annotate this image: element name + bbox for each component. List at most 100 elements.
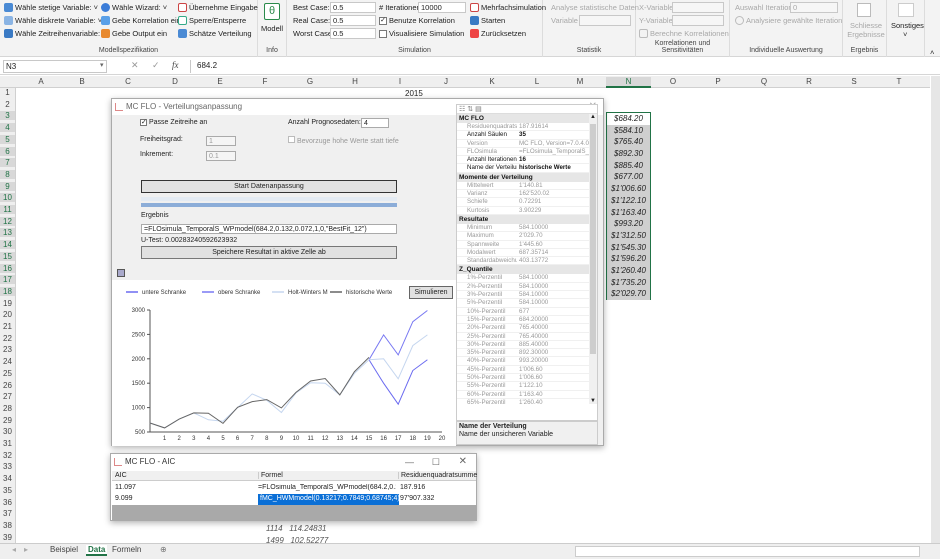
row-header[interactable]: 33 — [0, 462, 15, 471]
selected-range-n3-n18[interactable]: $684.20 $584.10 $765.40 $892.30 $885.40 $677.… — [606, 112, 651, 300]
property-row[interactable]: Name der Verteilunghistorische Werte — [457, 164, 589, 173]
row-header[interactable]: 13 — [0, 228, 15, 238]
property-row[interactable]: Maximum 2'029.70 — [457, 232, 589, 241]
choose-wizard[interactable]: Wähle Wizard: ˅ — [101, 3, 167, 12]
freiheitsgrad-spinner[interactable]: 1 — [206, 136, 236, 146]
row-header[interactable]: 6 — [0, 146, 15, 156]
column-header[interactable]: R — [789, 77, 829, 86]
property-row[interactable]: 1%-Perzentil 584.10000 — [457, 274, 589, 283]
scroll-up-icon[interactable]: ▲ — [589, 114, 597, 120]
start-button[interactable]: Starten — [470, 16, 505, 25]
maximize-icon[interactable]: ☐ — [432, 454, 440, 470]
cancel-icon[interactable]: ✕ — [131, 60, 139, 71]
property-category[interactable]: MC FLO — [457, 114, 589, 123]
row-header[interactable]: 22 — [0, 334, 15, 343]
namebox-dropdown-icon[interactable]: ▾ — [100, 61, 104, 69]
property-row[interactable]: Mittelwert 1'140.81 — [457, 182, 589, 191]
property-row[interactable]: 15%-Perzentil 684.20000 — [457, 316, 589, 325]
cell-n15[interactable]: $1'596.20 — [607, 253, 650, 265]
misc-button[interactable]: Sonstiges — [891, 21, 924, 30]
cell-n5[interactable]: $765.40 — [607, 136, 650, 149]
property-row[interactable]: FLOsimula =FLOsimula_TemporalS_ — [457, 148, 589, 157]
property-category[interactable]: Resultate — [457, 214, 589, 224]
row-header[interactable]: 12 — [0, 216, 15, 226]
row-header[interactable]: 10 — [0, 193, 15, 203]
column-header[interactable]: Q — [744, 77, 784, 86]
cell-n9[interactable]: $1'006.60 — [607, 183, 650, 195]
property-row[interactable]: 55%-Perzentil 1'122.10 — [457, 382, 589, 391]
row-header[interactable]: 21 — [0, 322, 15, 331]
cell-n7[interactable]: $885.40 — [607, 159, 650, 172]
multi-simulation-button[interactable]: Mehrfachsimulation — [470, 3, 546, 12]
column-header[interactable]: C — [108, 77, 148, 86]
property-row[interactable]: 5%-Perzentil 584.10000 — [457, 299, 589, 308]
choose-timeseries-variable[interactable]: Wähle Zeitreihenvariable: ˅ — [4, 29, 106, 38]
chart-toolbar-icon[interactable] — [117, 269, 125, 277]
row-header[interactable]: 38 — [0, 521, 15, 530]
row-header[interactable]: 7 — [0, 158, 15, 168]
row-header[interactable]: 14 — [0, 240, 15, 250]
cell-n10[interactable]: $1'122.10 — [607, 194, 650, 207]
row-header[interactable]: 37 — [0, 509, 15, 518]
collapse-ribbon-icon[interactable]: ˄ — [930, 48, 934, 57]
column-header[interactable]: F — [245, 77, 285, 86]
row-header[interactable]: 2 — [0, 100, 15, 109]
cell-n14[interactable]: $1'545.30 — [607, 241, 650, 254]
row-header[interactable]: 36 — [0, 498, 15, 507]
column-header[interactable]: I — [380, 77, 420, 86]
column-header[interactable]: L — [517, 77, 557, 86]
row-header[interactable]: 24 — [0, 357, 15, 366]
save-result-button[interactable]: Speichere Resultat in aktive Zelle ab — [141, 246, 397, 259]
analyze-iteration-button[interactable]: Analysiere gewählte Iteration — [735, 16, 842, 25]
property-row[interactable]: Kurtosis 3.90229 — [457, 207, 589, 215]
categorized-icon[interactable]: ☷ — [459, 106, 465, 113]
cell-n18[interactable]: $2'029.70 — [607, 288, 650, 300]
visualize-simulation-checkbox[interactable]: Visualisiere Simulation — [379, 29, 464, 38]
column-header[interactable]: Residuenquadratsumme — [398, 472, 477, 479]
vertical-scrollbar[interactable] — [931, 76, 940, 543]
property-row[interactable]: 40%-Perzentil 993.20000 — [457, 357, 589, 366]
property-row[interactable]: Schiefe 0.72291 — [457, 198, 589, 207]
property-row[interactable]: 65%-Perzentil 1'260.40 — [457, 399, 589, 404]
column-header[interactable]: J — [426, 77, 466, 86]
property-row[interactable]: 20%-Perzentil 765.40000 — [457, 324, 589, 333]
close-icon[interactable]: ✕ — [459, 454, 467, 470]
property-row[interactable]: Anzahl Iterationen 16 — [457, 156, 589, 165]
row-header[interactable]: 25 — [0, 369, 15, 378]
property-row[interactable]: Standardabweichung403.13772 — [457, 257, 589, 266]
enter-correlation[interactable]: Gebe Korrelation ein — [101, 16, 181, 25]
choose-discrete-variable[interactable]: Wähle diskrete Variable: ˅ — [4, 16, 102, 25]
row-header[interactable]: 3 — [0, 111, 15, 121]
column-header[interactable]: O — [653, 77, 693, 86]
sort-az-icon[interactable]: ⇅ — [467, 106, 473, 113]
column-header[interactable]: H — [335, 77, 375, 86]
next-sheet-icon[interactable]: ▸ — [24, 545, 28, 554]
cell-n3[interactable]: $684.20 — [607, 113, 650, 125]
cell-n6[interactable]: $892.30 — [607, 148, 650, 160]
sheet-tab-formeln[interactable]: Formeln — [112, 545, 141, 554]
property-row[interactable]: 10%-Perzentil 677 — [457, 308, 589, 316]
property-row[interactable]: 2%-Perzentil 584.10000 — [457, 283, 589, 292]
prev-sheet-icon[interactable]: ◂ — [12, 545, 16, 554]
property-row[interactable]: Residuenquadratsum187.91614 — [457, 123, 589, 132]
row-header[interactable]: 15 — [0, 251, 15, 261]
row-header[interactable]: 16 — [0, 263, 15, 273]
table-row-selected[interactable]: 9.099 fMC_HWMmodel(0.13217;0.7849;0.6874… — [112, 494, 476, 505]
property-row[interactable]: 35%-Perzentil 892.30000 — [457, 349, 589, 358]
property-scrollbar[interactable]: ▲ ▼ — [589, 114, 597, 404]
function-icon[interactable]: fx — [172, 60, 179, 70]
property-category[interactable]: Momente der Verteilung — [457, 172, 589, 182]
property-row[interactable]: Version MC FLO, Version=7.0.4.0 — [457, 140, 589, 148]
y-variable-select[interactable] — [672, 15, 724, 26]
estimate-distribution[interactable]: Schätze Verteilung — [178, 29, 252, 38]
table-row[interactable]: 11.097 =FLOsimula_TemporalS_WPmodel(684.… — [112, 483, 476, 494]
worst-case-input[interactable]: 0.5 — [330, 28, 376, 39]
column-header[interactable]: S — [834, 77, 874, 86]
row-header[interactable]: 23 — [0, 345, 15, 354]
best-case-input[interactable]: 0.5 — [330, 2, 376, 13]
column-header[interactable]: B — [62, 77, 102, 86]
property-row[interactable]: 50%-Perzentil 1'006.60 — [457, 374, 589, 383]
property-row[interactable]: Varianz 162'520.02 — [457, 190, 589, 199]
enter-output[interactable]: Gebe Output ein — [101, 29, 167, 38]
property-row[interactable]: Anzahl Säulen 35 — [457, 131, 589, 140]
